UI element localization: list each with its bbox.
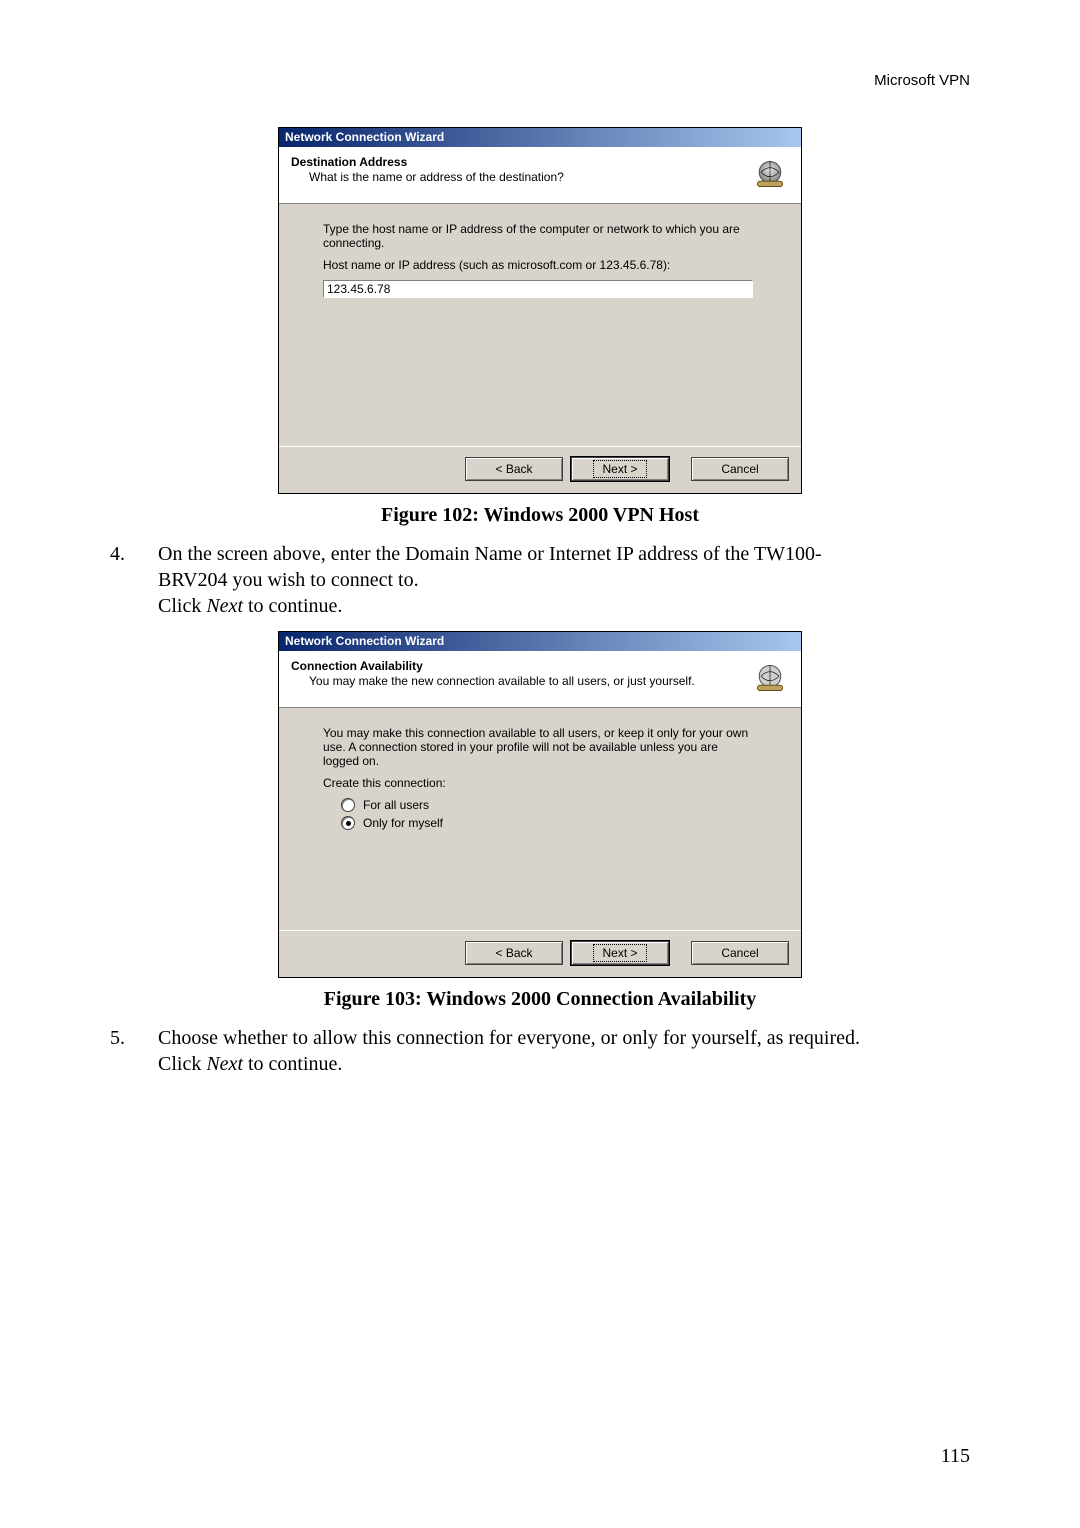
- cancel-button[interactable]: Cancel: [691, 457, 789, 481]
- figure-102: Network Connection Wizard Destination Ad…: [110, 127, 970, 494]
- dialog-banner: Destination Address What is the name or …: [279, 147, 801, 204]
- instruction-text: You may make this connection available t…: [323, 726, 757, 768]
- wizard-dialog-destination: Network Connection Wizard Destination Ad…: [278, 127, 802, 494]
- banner-heading: Connection Availability: [291, 659, 751, 673]
- step4-line1b: BRV204 you wish to connect to.: [158, 569, 419, 591]
- group-label: Create this connection:: [323, 776, 757, 790]
- instruction-text: Type the host name or IP address of the …: [323, 222, 757, 250]
- radio-icon: [341, 816, 355, 830]
- dialog-content: You may make this connection available t…: [279, 708, 801, 930]
- back-button[interactable]: < Back: [465, 457, 563, 481]
- radio-icon: [341, 798, 355, 812]
- radio-label: For all users: [363, 798, 429, 812]
- dialog-banner: Connection Availability You may make the…: [279, 651, 801, 708]
- network-icon: [751, 155, 789, 193]
- field-label: Host name or IP address (such as microso…: [323, 258, 757, 272]
- figure-caption-102: Figure 102: Windows 2000 VPN Host: [110, 504, 970, 527]
- banner-heading: Destination Address: [291, 155, 751, 169]
- step4-line2a: Click: [158, 595, 206, 617]
- step4-line1a: On the screen above, enter the Domain Na…: [158, 543, 822, 565]
- next-button[interactable]: Next >: [571, 941, 669, 965]
- radio-for-all-users[interactable]: For all users: [323, 798, 757, 812]
- radio-only-for-myself[interactable]: Only for myself: [323, 816, 757, 830]
- document-page: Microsoft VPN Network Connection Wizard …: [0, 0, 1080, 1528]
- step5-line2a: Click: [158, 1053, 206, 1075]
- dialog-titlebar: Network Connection Wizard: [279, 128, 801, 147]
- step4-next-italic: Next: [206, 595, 243, 617]
- figure-103: Network Connection Wizard Connection Ava…: [110, 631, 970, 978]
- back-button[interactable]: < Back: [465, 941, 563, 965]
- wizard-dialog-availability: Network Connection Wizard Connection Ava…: [278, 631, 802, 978]
- dialog-titlebar: Network Connection Wizard: [279, 632, 801, 651]
- list-item: 4. On the screen above, enter the Domain…: [110, 541, 970, 619]
- page-header-right: Microsoft VPN: [110, 72, 970, 89]
- step5-next-italic: Next: [206, 1053, 243, 1075]
- figure-caption-103: Figure 103: Windows 2000 Connection Avai…: [110, 988, 970, 1011]
- step5-line1: Choose whether to allow this connection …: [158, 1027, 860, 1049]
- list-item: 5. Choose whether to allow this connecti…: [110, 1025, 970, 1077]
- network-icon: [751, 659, 789, 697]
- banner-subtext: You may make the new connection availabl…: [309, 674, 751, 688]
- dialog-button-row: < Back Next > Cancel: [279, 446, 801, 493]
- banner-subtext: What is the name or address of the desti…: [309, 170, 751, 184]
- cancel-button[interactable]: Cancel: [691, 941, 789, 965]
- host-address-input[interactable]: [323, 280, 753, 298]
- list-number: 4.: [110, 541, 158, 619]
- dialog-content: Type the host name or IP address of the …: [279, 204, 801, 446]
- page-number: 115: [941, 1445, 970, 1468]
- next-button[interactable]: Next >: [571, 457, 669, 481]
- step4-line2b: to continue.: [243, 595, 342, 617]
- dialog-button-row: < Back Next > Cancel: [279, 930, 801, 977]
- radio-label: Only for myself: [363, 816, 443, 830]
- list-number: 5.: [110, 1025, 158, 1077]
- step5-line2b: to continue.: [243, 1053, 342, 1075]
